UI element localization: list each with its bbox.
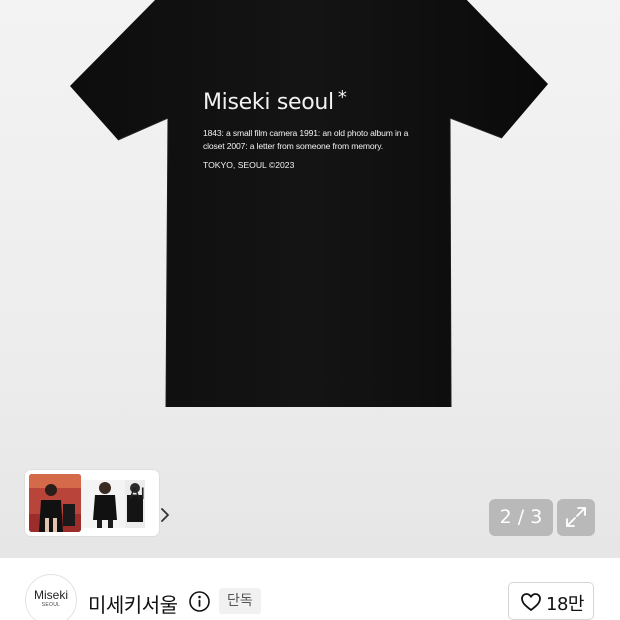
shop-logo-main: Miseki bbox=[33, 588, 68, 602]
shop-bar: Miseki SEOUL 미세키서울 단독 18만 bbox=[0, 558, 620, 620]
like-button[interactable]: 18만 bbox=[508, 582, 594, 620]
print-brand: Miseki seoul * bbox=[203, 87, 347, 115]
chevron-right-icon bbox=[161, 508, 169, 522]
image-pager: 2 / 3 bbox=[489, 499, 553, 536]
product-image-area[interactable]: Miseki seoul * 1843: a small film camera … bbox=[0, 0, 620, 558]
shirt-print: Miseki seoul * 1843: a small film camera … bbox=[203, 84, 418, 171]
info-icon[interactable] bbox=[188, 590, 211, 613]
shop-logo-sub: SEOUL bbox=[41, 602, 61, 608]
print-text: 1843: a small film camera 1991: an old p… bbox=[203, 128, 409, 151]
ai-thumbnail-1 bbox=[29, 474, 81, 532]
shop-name[interactable]: 미세키서울 bbox=[88, 589, 178, 618]
expand-icon bbox=[566, 507, 586, 527]
ai-lookbook-card[interactable]: AI bbox=[25, 470, 169, 536]
ai-label: AI bbox=[129, 484, 146, 503]
shop-logo[interactable]: Miseki SEOUL bbox=[25, 574, 77, 620]
exclusive-badge: 단독 bbox=[219, 588, 261, 614]
ai-thumbnail-2 bbox=[81, 480, 125, 528]
print-footer: TOKYO, SEOUL ©2023 bbox=[203, 160, 295, 170]
fullscreen-button[interactable] bbox=[557, 499, 595, 536]
heart-icon bbox=[521, 593, 541, 611]
like-count: 18만 bbox=[546, 594, 584, 615]
